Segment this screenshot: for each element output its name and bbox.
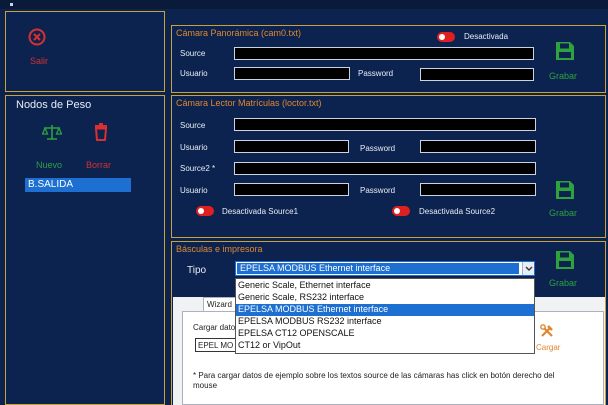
- tab-wizard[interactable]: Wizard: [203, 297, 237, 311]
- panoramic-disabled-toggle[interactable]: [437, 32, 455, 42]
- plate-user-input[interactable]: [234, 140, 349, 153]
- scale-type-label: Tipo: [187, 265, 207, 276]
- plate-password2-input[interactable]: [420, 183, 536, 196]
- delete-node-button[interactable]: [94, 123, 108, 141]
- scale-icon: [41, 125, 63, 140]
- select-dropdown-button[interactable]: [522, 262, 534, 275]
- plate-reader-panel: Cámara Lector Matrículas (loctor.txt) So…: [171, 95, 606, 238]
- floppy-save-icon: [556, 251, 574, 269]
- scale-type-option-label: EPELSA MODBUS Ethernet interface: [238, 304, 389, 314]
- plate-password-label: Password: [360, 144, 396, 153]
- plate-source1-toggle-label: Desactivada Source1: [222, 207, 299, 216]
- scale-type-dropdown-list: Generic Scale, Ethernet interface Generi…: [235, 278, 535, 354]
- weight-nodes-title: Nodos de Peso: [16, 99, 92, 111]
- tools-icon: [540, 324, 553, 337]
- node-list-item-label: B.SALIDA: [28, 179, 74, 190]
- scales-title: Básculas e impresora: [176, 244, 263, 254]
- weight-nodes-panel: Nodos de Peso Nuevo Borrar B.SALIDA: [5, 95, 165, 405]
- plate-source2-toggle-label: Desactivada Source2: [419, 207, 496, 216]
- scale-type-option[interactable]: EPELSA CT12 OPENSCALE: [236, 328, 534, 340]
- plate-password2-label: Password: [360, 186, 396, 195]
- tab-wizard-label: Wizard: [207, 300, 232, 309]
- panoramic-source-label: Source: [180, 49, 206, 58]
- scale-type-option[interactable]: EPELSA MODBUS RS232 interface: [236, 316, 534, 328]
- plate-source2-toggle[interactable]: [392, 206, 410, 216]
- new-node-button[interactable]: [41, 123, 63, 141]
- plate-reader-title: Cámara Lector Matrículas (loctor.txt): [176, 98, 322, 108]
- close-circle-icon: [28, 28, 46, 46]
- delete-node-label[interactable]: Borrar: [86, 160, 111, 170]
- scale-type-selected-value: EPELSA MODBUS Ethernet interface: [240, 263, 391, 273]
- node-list-item[interactable]: B.SALIDA: [25, 178, 131, 192]
- plate-password-input[interactable]: [420, 140, 536, 153]
- epel-value-text: EPEL MO: [198, 341, 234, 350]
- scale-type-option[interactable]: Generic Scale, Ethernet interface: [236, 280, 534, 292]
- panoramic-password-label: Password: [358, 69, 394, 78]
- new-node-label[interactable]: Nuevo: [36, 160, 62, 170]
- load-example-button[interactable]: [540, 324, 554, 338]
- plate-user2-label: Usuario: [180, 186, 208, 195]
- plate-user2-input[interactable]: [234, 183, 349, 196]
- scales-save-label[interactable]: Grabar: [549, 278, 577, 288]
- scales-save-button[interactable]: [555, 250, 575, 270]
- scale-type-option-label: Generic Scale, Ethernet interface: [238, 280, 371, 290]
- panoramic-save-button[interactable]: [555, 41, 575, 61]
- plate-source-label: Source: [180, 121, 206, 130]
- panoramic-password-input[interactable]: [420, 68, 534, 81]
- plate-save-label[interactable]: Grabar: [549, 208, 577, 218]
- panoramic-camera-title: Cámara Panorámica (cam0.txt): [176, 28, 302, 38]
- scales-panel: Básculas e impresora Tipo Wizard Cargar …: [171, 241, 606, 405]
- window-corner-dot: [10, 3, 13, 6]
- plate-source-input[interactable]: [234, 118, 536, 131]
- exit-panel: Salir: [5, 11, 165, 92]
- load-example-label[interactable]: Cargar: [536, 343, 560, 352]
- example-data-note: * Para cargar datos de ejemplo sobre los…: [193, 371, 555, 390]
- plate-source2-input[interactable]: [234, 162, 536, 175]
- panoramic-source-input[interactable]: [234, 47, 534, 60]
- floppy-save-icon: [556, 42, 574, 60]
- scale-type-option[interactable]: CT12 or VipOut: [236, 340, 534, 352]
- scale-type-option-label: CT12 or VipOut: [238, 340, 301, 350]
- floppy-save-icon: [556, 181, 574, 199]
- plate-source1-toggle[interactable]: [196, 206, 214, 216]
- scale-type-option[interactable]: Generic Scale, RS232 interface: [236, 292, 534, 304]
- panoramic-camera-panel: Cámara Panorámica (cam0.txt) Desactivada…: [171, 25, 606, 93]
- panoramic-disabled-label: Desactivada: [464, 32, 509, 41]
- panoramic-user-label: Usuario: [180, 69, 208, 78]
- window-top-strip: [0, 0, 608, 9]
- plate-save-button[interactable]: [555, 180, 575, 200]
- scale-type-option-selected[interactable]: EPELSA MODBUS Ethernet interface: [236, 304, 534, 316]
- exit-label[interactable]: Salir: [30, 56, 48, 66]
- load-data-label: Cargar dato: [193, 323, 236, 332]
- plate-source2-label: Source2 *: [180, 164, 216, 173]
- scale-type-option-label: Generic Scale, RS232 interface: [238, 292, 365, 302]
- panoramic-user-input[interactable]: [234, 67, 350, 80]
- trash-icon: [94, 123, 108, 141]
- scale-type-select[interactable]: EPELSA MODBUS Ethernet interface: [235, 261, 535, 276]
- scale-type-option-label: EPELSA MODBUS RS232 interface: [238, 316, 382, 326]
- epel-value-input[interactable]: EPEL MO: [195, 338, 237, 352]
- chevron-down-icon: [525, 266, 533, 271]
- plate-user-label: Usuario: [180, 143, 208, 152]
- panoramic-save-label[interactable]: Grabar: [549, 71, 577, 81]
- scale-type-option-label: EPELSA CT12 OPENSCALE: [238, 328, 355, 338]
- exit-button[interactable]: [28, 28, 46, 46]
